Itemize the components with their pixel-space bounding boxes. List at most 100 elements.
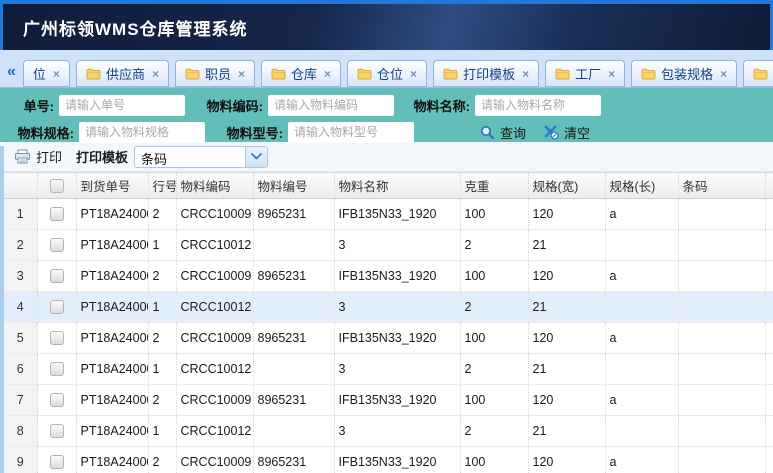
cell-order-no: PT18A2400005 (76, 292, 148, 323)
cell-material-code: CRCC10012 (176, 230, 253, 261)
table-row[interactable]: 5PT18A24000042CRCC100098965231IFB135N33_… (4, 323, 773, 354)
cell-barcode (678, 385, 765, 416)
cell-line-no: 1 (148, 416, 176, 447)
row-number: 3 (4, 261, 37, 292)
column-header-到货单号[interactable]: 到货单号 (76, 173, 148, 199)
tab-scroll-left-button[interactable]: « (2, 64, 20, 87)
cell-weight: 100 (460, 199, 528, 230)
cell-material-number (253, 292, 334, 323)
column-header-克重[interactable]: 克重 (460, 173, 528, 199)
cell-barcode (678, 354, 765, 385)
query-button[interactable]: 查询 (480, 123, 526, 142)
cell-material-name: 3 (334, 354, 460, 385)
tab-close-icon[interactable]: × (522, 67, 529, 81)
material-code-input[interactable] (268, 95, 394, 116)
row-checkbox[interactable] (50, 238, 64, 252)
tab-打印模板[interactable]: 打印模板× (433, 60, 539, 87)
table-row[interactable]: 2PT18A24000061CRCC100123221 (4, 230, 773, 261)
cell-order-no: PT18A2400005 (76, 261, 148, 292)
table-row[interactable]: 3PT18A24000052CRCC100098965231IFB135N33_… (4, 261, 773, 292)
tab-供应商[interactable]: 供应商× (76, 60, 169, 87)
cell-filler (765, 416, 773, 447)
row-number: 1 (4, 199, 37, 230)
tab-计费规则[interactable]: 计费规则× (743, 60, 773, 87)
header-row-number (4, 173, 37, 199)
row-checkbox[interactable] (50, 362, 64, 376)
cell-spec-length (605, 292, 678, 323)
tab-close-icon[interactable]: × (53, 67, 60, 81)
tab-close-icon[interactable]: × (152, 67, 159, 81)
cell-weight: 100 (460, 323, 528, 354)
tab-包装规格[interactable]: 包装规格× (631, 60, 737, 87)
material-model-input[interactable] (288, 122, 414, 143)
table-row[interactable]: 8PT18A24000031CRCC100123221 (4, 416, 773, 447)
app-window: 广州标领WMS仓库管理系统 « 位×供应商×职员×仓库×仓位×打印模板×工厂×包… (0, 0, 773, 473)
column-header-行号[interactable]: 行号 (148, 173, 176, 199)
search-row-2: 物料规格: 物料型号: 查询 清空 (8, 121, 773, 143)
row-checkbox[interactable] (50, 300, 64, 314)
cell-material-code: CRCC10009 (176, 261, 253, 292)
table-row[interactable]: 9PT18A24000022CRCC100098965231IFB135N33_… (4, 447, 773, 473)
tab-仓库[interactable]: 仓库× (261, 60, 341, 87)
column-header-物料编号[interactable]: 物料编号 (253, 173, 334, 199)
tab-close-icon[interactable]: × (238, 67, 245, 81)
print-toolbar: 打印 打印模板 条码 (4, 142, 773, 172)
row-checkbox-cell (37, 292, 76, 323)
clear-icon (544, 125, 559, 140)
cell-barcode (678, 323, 765, 354)
material-name-input[interactable] (475, 95, 601, 116)
order-no-input[interactable] (59, 95, 185, 116)
row-checkbox[interactable] (50, 331, 64, 345)
tab-bar: « 位×供应商×职员×仓库×仓位×打印模板×工厂×包装规格×计费规则× (0, 50, 773, 88)
row-checkbox[interactable] (50, 269, 64, 283)
table-row[interactable]: 4PT18A24000051CRCC100123221 (4, 292, 773, 323)
cell-material-number (253, 416, 334, 447)
print-template-label: 打印模板 (76, 147, 128, 166)
tab-职员[interactable]: 职员× (175, 60, 255, 87)
print-template-select[interactable]: 条码 (134, 146, 268, 168)
row-checkbox[interactable] (50, 455, 64, 469)
cell-material-code: CRCC10009 (176, 447, 253, 473)
row-checkbox[interactable] (50, 424, 64, 438)
cell-barcode (678, 230, 765, 261)
tab-close-icon[interactable]: × (410, 67, 417, 81)
tab-close-icon[interactable]: × (608, 67, 615, 81)
cell-line-no: 2 (148, 447, 176, 473)
header-filler (765, 173, 773, 199)
printer-icon (14, 149, 31, 164)
material-name-label: 物料名称: (406, 96, 470, 115)
table-row[interactable]: 6PT18A24000041CRCC100123221 (4, 354, 773, 385)
title-bar: 广州标领WMS仓库管理系统 (0, 4, 773, 50)
cell-material-number: 8965231 (253, 261, 334, 292)
cell-spec-width: 21 (528, 354, 605, 385)
tab-工厂[interactable]: 工厂× (545, 60, 625, 87)
tab-close-icon[interactable]: × (324, 67, 331, 81)
tab-位[interactable]: 位× (23, 60, 70, 87)
table-row[interactable]: 7PT18A24000032CRCC100098965231IFB135N33_… (4, 385, 773, 416)
cell-material-name: IFB135N33_1920 (334, 385, 460, 416)
print-button[interactable]: 打印 (14, 147, 62, 166)
left-edge-strip (0, 146, 4, 473)
column-header-物料编码[interactable]: 物料编码 (176, 173, 253, 199)
cell-material-code: CRCC10012 (176, 416, 253, 447)
column-header-物料名称[interactable]: 物料名称 (334, 173, 460, 199)
table-row[interactable]: 1PT18A24000062CRCC100098965231IFB135N33_… (4, 199, 773, 230)
cell-weight: 2 (460, 416, 528, 447)
cell-weight: 100 (460, 447, 528, 473)
header-checkbox-cell (37, 173, 76, 199)
folder-icon (185, 68, 200, 80)
chevron-down-icon[interactable] (245, 147, 267, 167)
column-header-条码[interactable]: 条码 (678, 173, 765, 199)
select-all-checkbox[interactable] (50, 179, 64, 193)
row-checkbox-cell (37, 385, 76, 416)
cell-weight: 100 (460, 385, 528, 416)
clear-button[interactable]: 清空 (544, 123, 590, 142)
row-checkbox[interactable] (50, 207, 64, 221)
tab-close-icon[interactable]: × (720, 67, 727, 81)
column-header-规格(长)[interactable]: 规格(长) (605, 173, 678, 199)
row-checkbox[interactable] (50, 393, 64, 407)
cell-material-name: 3 (334, 292, 460, 323)
material-spec-input[interactable] (79, 122, 205, 143)
tab-仓位[interactable]: 仓位× (347, 60, 427, 87)
column-header-规格(宽)[interactable]: 规格(宽) (528, 173, 605, 199)
